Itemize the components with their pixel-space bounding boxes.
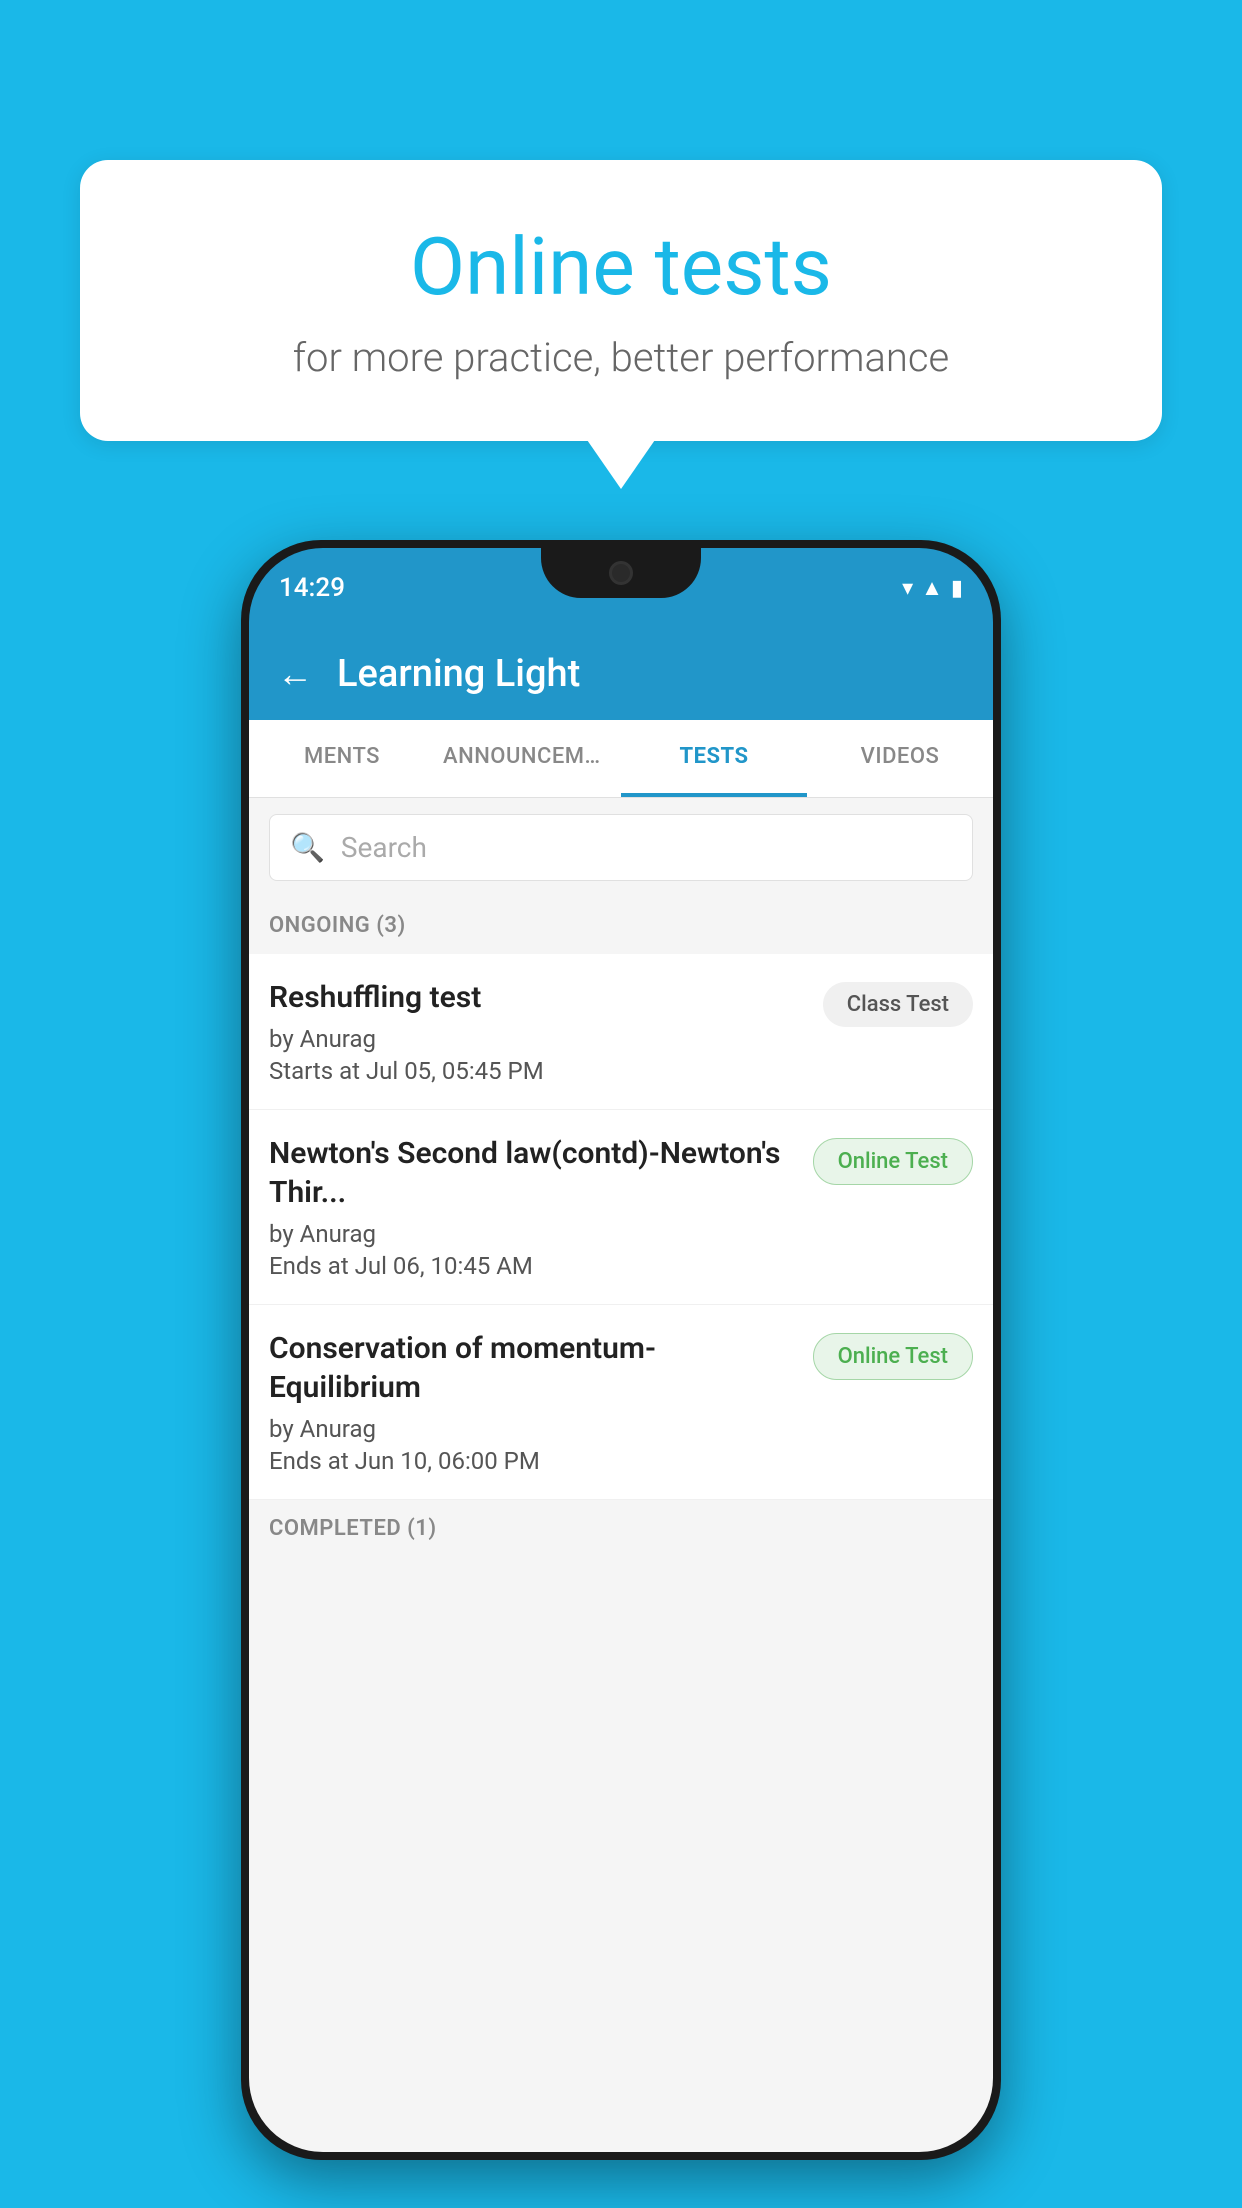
search-container: 🔍 Search [249, 798, 993, 897]
test-badge-online-2: Online Test [813, 1333, 973, 1380]
battery-icon: ▮ [951, 576, 963, 601]
tab-tests[interactable]: TESTS [621, 720, 807, 797]
test-title: Newton's Second law(contd)-Newton's Thir… [269, 1134, 797, 1212]
test-title: Reshuffling test [269, 978, 807, 1017]
test-author: by Anurag [269, 1415, 797, 1443]
ongoing-section-header: ONGOING (3) [249, 897, 993, 954]
completed-section-header: COMPLETED (1) [249, 1500, 993, 1557]
phone-frame: 14:29 ▾ ▲ ▮ ← Learning Light [241, 540, 1001, 2160]
back-button[interactable]: ← [277, 653, 313, 695]
search-bar[interactable]: 🔍 Search [269, 814, 973, 881]
tab-ments[interactable]: MENTS [249, 720, 435, 797]
test-title: Conservation of momentum-Equilibrium [269, 1329, 797, 1407]
tests-list: Reshuffling test by Anurag Starts at Jul… [249, 954, 993, 1500]
test-item[interactable]: Newton's Second law(contd)-Newton's Thir… [249, 1110, 993, 1305]
app-header: ← Learning Light [249, 628, 993, 720]
test-badge-online: Online Test [813, 1138, 973, 1185]
test-author: by Anurag [269, 1220, 797, 1248]
test-author: by Anurag [269, 1025, 807, 1053]
search-icon: 🔍 [290, 831, 325, 864]
test-info: Reshuffling test by Anurag Starts at Jul… [269, 978, 807, 1085]
test-info: Conservation of momentum-Equilibrium by … [269, 1329, 797, 1475]
search-placeholder: Search [341, 831, 427, 864]
tabs-bar: MENTS ANNOUNCEMENTS TESTS VIDEOS [249, 720, 993, 798]
test-badge-class: Class Test [823, 982, 973, 1027]
bubble-title: Online tests [160, 220, 1082, 314]
phone-notch [541, 548, 701, 598]
status-bar: 14:29 ▾ ▲ ▮ [249, 548, 993, 628]
wifi-icon: ▾ [902, 576, 913, 601]
app-screen: ← Learning Light MENTS ANNOUNCEMENTS TES… [249, 628, 993, 2152]
status-icons: ▾ ▲ ▮ [902, 575, 963, 601]
promo-section: Online tests for more practice, better p… [80, 160, 1162, 441]
tab-videos[interactable]: VIDEOS [807, 720, 993, 797]
test-time: Ends at Jul 06, 10:45 AM [269, 1252, 797, 1280]
status-time: 14:29 [279, 573, 345, 603]
test-time: Ends at Jun 10, 06:00 PM [269, 1447, 797, 1475]
test-info: Newton's Second law(contd)-Newton's Thir… [269, 1134, 797, 1280]
speech-bubble: Online tests for more practice, better p… [80, 160, 1162, 441]
bubble-subtitle: for more practice, better performance [160, 334, 1082, 381]
phone-container: 14:29 ▾ ▲ ▮ ← Learning Light [80, 540, 1162, 2188]
signal-icon: ▲ [921, 575, 943, 601]
test-item[interactable]: Reshuffling test by Anurag Starts at Jul… [249, 954, 993, 1110]
tab-announcements[interactable]: ANNOUNCEMENTS [435, 720, 621, 797]
phone-inner: 14:29 ▾ ▲ ▮ ← Learning Light [249, 548, 993, 2152]
test-time: Starts at Jul 05, 05:45 PM [269, 1057, 807, 1085]
app-title: Learning Light [337, 652, 580, 696]
test-item[interactable]: Conservation of momentum-Equilibrium by … [249, 1305, 993, 1500]
camera-icon [609, 561, 633, 585]
